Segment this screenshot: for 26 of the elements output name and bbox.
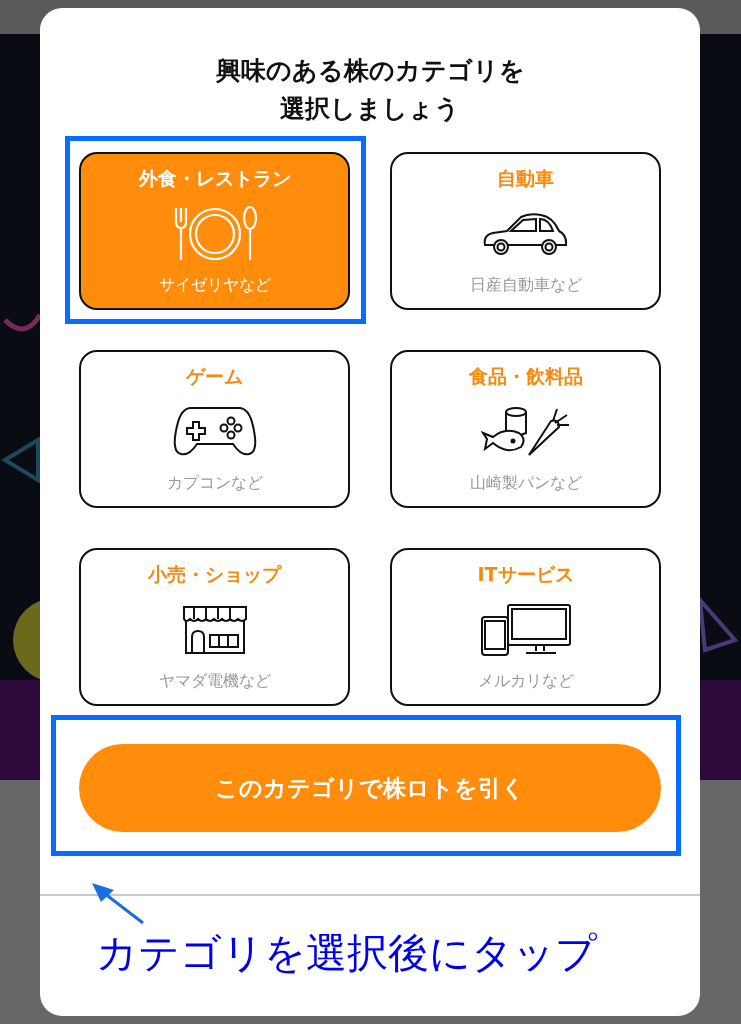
example-company: 日産自動車など xyxy=(469,275,582,296)
fish-can-carrot-icon xyxy=(480,406,571,457)
dialog-title: 興味のある株のカテゴリを 選択しましょう xyxy=(215,55,525,125)
neon-shape xyxy=(1,436,40,484)
example-company: 山崎製パンなど xyxy=(469,473,582,494)
category-name: 食品・飲料品 xyxy=(468,364,583,389)
category-name: 自動車 xyxy=(497,166,554,191)
category-card[interactable]: 食品・飲料品 山崎製パンなど xyxy=(390,350,661,508)
category-card[interactable]: 外食・レストラン サイゼリヤなど xyxy=(79,152,350,310)
annotation-text: カテゴリを選択後にタップ xyxy=(96,928,597,979)
category-card[interactable]: ITサービス メルカリなど xyxy=(390,548,661,706)
category-name: ITサービス xyxy=(477,562,574,587)
category-name: 外食・レストラン xyxy=(138,166,291,191)
game-controller-icon xyxy=(172,405,257,458)
example-company: ヤマダ電機など xyxy=(158,671,271,692)
example-company: メルカリなど xyxy=(477,671,574,692)
category-card[interactable]: 自動車 日産自動車など xyxy=(390,152,661,310)
neon-shape xyxy=(3,313,43,332)
category-name: 小売・ショップ xyxy=(148,562,281,587)
draw-button[interactable]: このカテゴリで株ロトを引く xyxy=(79,744,661,832)
example-company: サイゼリヤなど xyxy=(158,275,271,296)
category-name: ゲーム xyxy=(186,364,243,389)
phone-monitor-icon xyxy=(479,602,572,657)
category-card[interactable]: ゲーム カプコンなど xyxy=(79,350,350,508)
example-company: カプコンなど xyxy=(166,473,263,494)
category-card[interactable]: 小売・ショップ ヤマダ電機など xyxy=(79,548,350,706)
